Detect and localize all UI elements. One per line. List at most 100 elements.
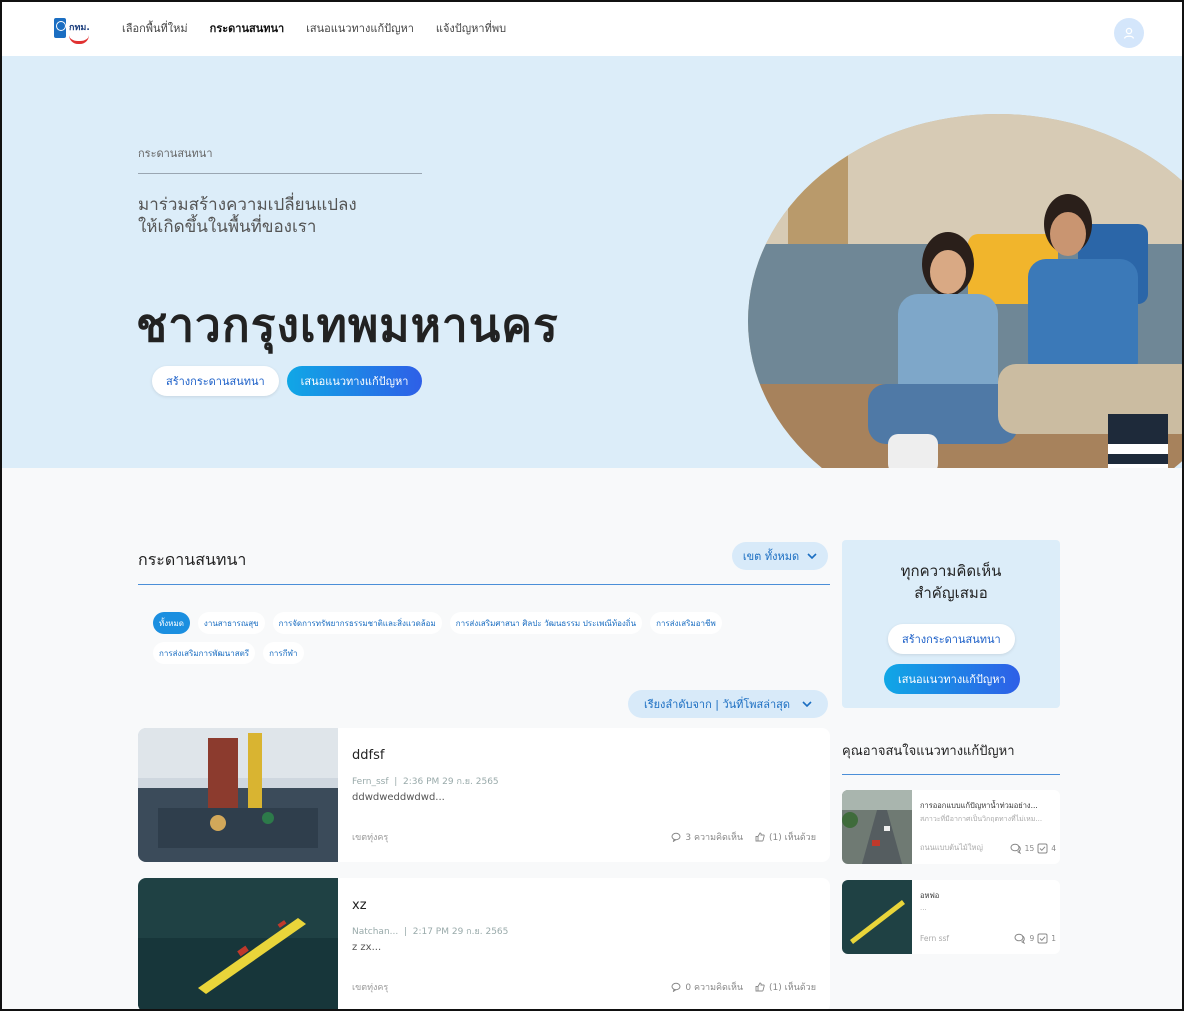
agree-count[interactable]: (1) เห็นด้วย [755, 980, 816, 994]
agree-count[interactable]: (1) เห็นด้วย [755, 830, 816, 844]
chip-all[interactable]: ทั้งหมด [153, 612, 190, 634]
page-title: ชาวกรุงเทพมหานคร [136, 298, 559, 352]
bma-logo-text: กทม. [69, 22, 90, 44]
recommendation-stats: 15 4 [1010, 843, 1056, 854]
post-stats: 0 ความคิดเห็น (1) เห็นด้วย [671, 980, 816, 994]
site-logo[interactable]: กทม. [54, 17, 90, 44]
sort-select[interactable]: เรียงลำดับจาก | วันที่โพสล่าสุด [628, 690, 828, 718]
agree-count-label: (1) เห็นด้วย [769, 983, 816, 993]
nav-report-problem[interactable]: แจ้งปัญหาที่พบ [436, 19, 506, 37]
post-author: Natchan... [352, 927, 399, 937]
checkbox-icon [1037, 933, 1048, 944]
recommendation-card[interactable]: การออกแบบแก้ปัญหาน้ำท่วมอย่าง... สภาวะที… [842, 790, 1060, 864]
recommendation-agree-count: 1 [1051, 934, 1056, 943]
recommendation-footer: Fern ssf 9 1 [920, 933, 1056, 944]
recommendation-agree-count: 4 [1051, 843, 1056, 853]
agree-count-label: (1) เห็นด้วย [769, 833, 816, 843]
recommendation-title: อหฟอ [920, 891, 940, 900]
recommendation-thumbnail [842, 880, 912, 954]
post-thumbnail [138, 878, 338, 1011]
top-nav: กทม. เลือกพื้นที่ใหม่ กระดานสนทนา เสนอแน… [0, 0, 1184, 56]
post-datetime: 2:17 PM 29 ก.ย. 2565 [412, 927, 509, 937]
recommendation-comment-count: 9 [1029, 934, 1035, 943]
recommendation-author: Fern ssf [920, 934, 950, 943]
recommendations-underline [842, 774, 1060, 775]
district-filter-select[interactable]: เขต ทั้งหมด [732, 542, 828, 570]
thumbs-up-icon [755, 982, 765, 992]
nav-links: เลือกพื้นที่ใหม่ กระดานสนทนา เสนอแนวทางแ… [122, 19, 506, 37]
chip-row-1: ทั้งหมด งานสาธารณสุข การจัดการทรัพยากรธร… [153, 612, 833, 634]
hero-tagline: มาร่วมสร้างความเปลี่ยนแปลง ให้เกิดขึ้นใน… [138, 194, 357, 238]
category-chips: ทั้งหมด งานสาธารณสุข การจัดการทรัพยากรธร… [153, 612, 833, 672]
chip-culture[interactable]: การส่งเสริมศาสนา ศิลปะ วัฒนธรรม ประเพณีท… [449, 612, 643, 634]
comments-icon [1014, 933, 1026, 944]
sidebar-propose-solution-button[interactable]: เสนอแนวทางแก้ปัญหา [884, 664, 1020, 694]
recommendation-title: การออกแบบแก้ปัญหาน้ำท่วมอย่าง... [920, 801, 1038, 810]
recommendations-title: คุณอาจสนใจแนวทางแก้ปัญหา [842, 744, 1015, 759]
propose-solution-button[interactable]: เสนอแนวทางแก้ปัญหา [286, 366, 423, 396]
sort-label: เรียงลำดับจาก | วันที่โพสล่าสุด [643, 698, 791, 711]
comment-icon [671, 982, 681, 992]
board-title: กระดานสนทนา [138, 550, 247, 569]
board-title-underline [138, 584, 830, 585]
post-meta: Fern_ssf | 2:36 PM 29 ก.ย. 2565 [352, 774, 499, 788]
chip-row-2: การส่งเสริมการพัฒนาสตรี การกีฬา [153, 642, 833, 664]
checkbox-icon [1037, 843, 1048, 853]
hero-actions: สร้างกระดานสนทนา เสนอแนวทางแก้ปัญหา [152, 366, 423, 396]
comment-count[interactable]: 3 ความคิดเห็น [671, 830, 743, 844]
comment-count-label: 3 ความคิดเห็น [685, 833, 744, 843]
chip-environment[interactable]: การจัดการทรัพยากรธรรมชาติและสิ่งแวดล้อม [272, 612, 442, 634]
user-avatar[interactable] [1114, 18, 1144, 48]
tagline-line-1: มาร่วมสร้างความเปลี่ยนแปลง [138, 195, 357, 215]
nav-select-area[interactable]: เลือกพื้นที่ใหม่ [122, 19, 188, 37]
create-board-button[interactable]: สร้างกระดานสนทนา [152, 366, 279, 396]
post-description: z zx... [352, 942, 382, 953]
post-datetime: 2:36 PM 29 ก.ย. 2565 [403, 777, 499, 787]
nav-propose-solution[interactable]: เสนอแนวทางแก้ปัญหา [306, 19, 414, 37]
post-stats: 3 ความคิดเห็น (1) เห็นด้วย [671, 830, 816, 844]
sidebar-create-board-button[interactable]: สร้างกระดานสนทนา [888, 624, 1015, 654]
hero-banner: กระดานสนทนา มาร่วมสร้างความเปลี่ยนแปลง ใ… [0, 56, 1184, 468]
chip-sports[interactable]: การกีฬา [263, 642, 304, 664]
tagline-line-2: ให้เกิดขึ้นในพื้นที่ของเรา [138, 217, 317, 237]
post-thumbnail [138, 728, 338, 862]
cta-box: ทุกความคิดเห็น สำคัญเสมอ สร้างกระดานสนทน… [842, 540, 1060, 708]
cta-title-line-1: ทุกความคิดเห็น [900, 562, 1002, 580]
breadcrumb: กระดานสนทนา [138, 147, 213, 160]
thumbs-up-icon [755, 832, 765, 842]
recommendation-stats: 9 1 [1014, 933, 1056, 944]
recommendation-footer: ถนนแบบต้นไม้ใหญ่ 15 4 [920, 842, 1056, 854]
chevron-down-icon [802, 701, 812, 707]
post-card[interactable]: xz Natchan... | 2:17 PM 29 ก.ย. 2565 z z… [138, 878, 830, 1011]
post-title: xz [352, 898, 367, 913]
meta-separator: | [391, 777, 404, 787]
chip-occupation[interactable]: การส่งเสริมอาชีพ [650, 612, 722, 634]
post-meta: Natchan... | 2:17 PM 29 ก.ย. 2565 [352, 924, 508, 938]
comment-icon [671, 832, 681, 842]
post-district: เขตทุ่งครุ [352, 983, 389, 993]
nav-discussion-board[interactable]: กระดานสนทนา [210, 19, 285, 37]
user-icon [1123, 27, 1135, 39]
recommendation-description: ... [920, 904, 927, 912]
chip-public-health[interactable]: งานสาธารณสุข [197, 612, 265, 634]
cta-title-line-2: สำคัญเสมอ [914, 584, 988, 602]
district-filter-label: เขต ทั้งหมด [742, 550, 800, 563]
breadcrumb-divider [138, 173, 422, 174]
comment-count-label: 0 ความคิดเห็น [685, 983, 744, 993]
post-author: Fern_ssf [352, 777, 389, 787]
recommendation-description: สภาวะที่มีอากาศเป็นวิกฤตทางที่ไม่เหม... [920, 815, 1043, 823]
recommendation-thumbnail [842, 790, 912, 864]
post-description: ddwdweddwdwd... [352, 792, 445, 803]
cta-title: ทุกความคิดเห็น สำคัญเสมอ [842, 560, 1060, 604]
comments-icon [1010, 843, 1021, 854]
hero-photo [748, 114, 1184, 468]
recommendation-card[interactable]: อหฟอ ... Fern ssf 9 1 [842, 880, 1060, 954]
post-district: เขตทุ่งครุ [352, 833, 389, 843]
recommendation-comment-count: 15 [1024, 843, 1035, 853]
un-logo-icon [54, 18, 66, 38]
comment-count[interactable]: 0 ความคิดเห็น [671, 980, 743, 994]
meta-separator: | [401, 927, 413, 937]
chip-women-development[interactable]: การส่งเสริมการพัฒนาสตรี [153, 642, 256, 664]
chevron-down-icon [807, 553, 817, 559]
post-card[interactable]: ddfsf Fern_ssf | 2:36 PM 29 ก.ย. 2565 dd… [138, 728, 830, 862]
